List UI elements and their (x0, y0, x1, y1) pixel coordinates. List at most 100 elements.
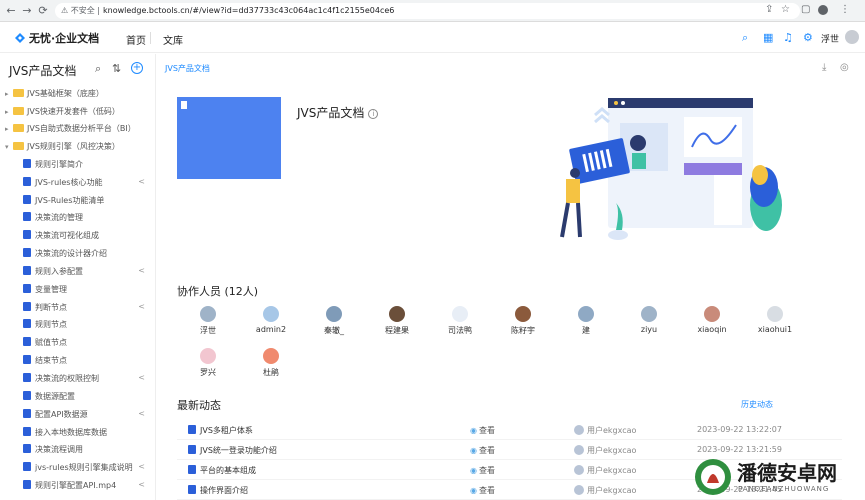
caret-right-icon[interactable]: ▸ (5, 90, 13, 98)
tree-doc[interactable]: 决策流可视化组成 (23, 230, 145, 246)
tree-doc[interactable]: 规则引擎简介 (23, 158, 145, 175)
watermark-logo-icon (695, 459, 731, 495)
share-icon[interactable]: ⇪ (765, 4, 773, 15)
activity-doc[interactable]: JVS多租户体系 (188, 425, 253, 436)
collaborator[interactable]: xiaoqin (682, 306, 742, 334)
tree-doc-label: JVS-Rules功能清单 (35, 195, 105, 205)
breadcrumb[interactable]: JVS产品文档 (165, 63, 210, 74)
tree-folder[interactable]: ▸ JVS快速开发套件（低码） (5, 106, 151, 122)
add-doc-icon[interactable]: + (131, 62, 143, 74)
bookmark-star-icon[interactable]: ☆ (781, 4, 790, 15)
activity-doc-title: JVS统一登录功能介绍 (200, 446, 277, 455)
folder-icon (13, 106, 24, 115)
share-icon[interactable]: < (138, 480, 145, 489)
tree-doc[interactable]: jvs-rules规则引擎集成说明 < (23, 462, 145, 478)
activity-user: 用户ekgxcao (574, 425, 636, 436)
caret-down-icon[interactable]: ▾ (5, 143, 13, 151)
tree-doc[interactable]: 结束节点 (23, 355, 145, 371)
view-settings-icon[interactable]: ◎ (840, 62, 849, 73)
caret-right-icon[interactable]: ▸ (5, 125, 13, 133)
activity-doc[interactable]: JVS统一登录功能介绍 (188, 445, 277, 456)
tree-folder[interactable]: ▸ JVS自助式数据分析平台（BI） (5, 123, 151, 139)
tree-doc[interactable]: 赋值节点 (23, 337, 145, 353)
reload-icon[interactable]: ⟳ (36, 4, 50, 18)
tree-doc[interactable]: 决策流的设计器介绍 (23, 248, 145, 264)
avatar (452, 306, 468, 322)
collaborator[interactable]: 司法鸭 (430, 306, 490, 336)
settings-icon[interactable]: ⚙ (803, 31, 813, 44)
apps-grid-icon[interactable]: ▦ (763, 31, 773, 44)
avatar (200, 306, 216, 322)
tree-doc[interactable]: JVS-Rules功能清单 (23, 194, 145, 211)
activity-row[interactable]: JVS多租户体系 ◉ 查看 用户ekgxcao 2023-09-22 13:22:07 (177, 420, 842, 440)
tree-folder[interactable]: ▾ JVS规则引擎（风控决策） (5, 141, 151, 157)
collaborator[interactable]: xiaohui1 (745, 306, 805, 334)
collaborator[interactable]: admin2 (241, 306, 301, 334)
document-icon (23, 212, 31, 222)
share-icon[interactable]: < (138, 409, 145, 418)
document-icon (23, 426, 31, 436)
nav-library[interactable]: 文库 (163, 32, 183, 47)
collaborator[interactable]: 陈籽宇 (493, 306, 553, 336)
collaborator[interactable]: ziyu (619, 306, 679, 334)
tree-doc[interactable]: 规则入参配置 < (23, 265, 145, 282)
search-icon[interactable]: ⌕ (742, 31, 748, 45)
collaborator[interactable]: 罗兴 (178, 348, 238, 378)
collaborator[interactable]: 秦辙_ (304, 306, 364, 336)
collaborator[interactable]: 建 (556, 306, 616, 336)
avatar (389, 306, 405, 322)
activity-doc[interactable]: 操作界面介绍 (188, 485, 248, 496)
collaborator[interactable]: 杜鹃 (241, 348, 301, 378)
tree-folder-label: JVS自助式数据分析平台（BI） (27, 124, 136, 134)
share-icon[interactable]: < (138, 462, 145, 471)
share-icon[interactable]: < (138, 302, 145, 311)
activity-doc[interactable]: 平台的基本组成 (188, 465, 256, 476)
profile-icon[interactable] (818, 5, 828, 15)
sidebar-search-icon[interactable]: ⌕ (95, 62, 101, 76)
tree-doc-label: 数据源配置 (35, 391, 75, 401)
tree-doc[interactable]: 规则引擎配置API.mp4 < (23, 480, 145, 496)
eye-icon: ◉ (470, 466, 477, 475)
user-name[interactable]: 浮世 (821, 32, 839, 45)
address-bar[interactable]: ⚠ 不安全 | knowledge.bctools.cn/#/view?id=d… (55, 3, 800, 19)
browser-menu-icon[interactable]: ⋮ (840, 4, 850, 15)
document-icon (23, 176, 31, 186)
share-icon[interactable]: < (138, 373, 145, 382)
caret-right-icon[interactable]: ▸ (5, 108, 13, 116)
tree-doc[interactable]: 变量管理 (23, 283, 145, 300)
extension-icon[interactable]: ▢ (801, 4, 810, 15)
sort-icon[interactable]: ⇅ (112, 62, 121, 75)
security-warning[interactable]: ⚠ 不安全 | (61, 5, 100, 16)
activity-user: 用户ekgxcao (574, 445, 636, 456)
tree-doc[interactable]: 规则节点 (23, 319, 145, 335)
tree-doc[interactable]: 配置API数据源 < (23, 408, 145, 425)
nav-home[interactable]: 首页 (126, 32, 146, 47)
history-link[interactable]: 历史动态 (741, 399, 773, 410)
document-icon (23, 158, 31, 168)
back-icon[interactable]: ← (4, 4, 18, 18)
activity-user: 用户ekgxcao (574, 465, 636, 476)
forward-icon[interactable]: → (20, 4, 34, 18)
tree-doc[interactable]: 数据源配置 (23, 390, 145, 407)
collaborator[interactable]: 浮世 (178, 306, 238, 336)
tree-doc[interactable]: 决策流的管理 (23, 212, 145, 228)
share-icon[interactable]: < (138, 177, 145, 186)
bell-icon[interactable]: ♫ (783, 31, 793, 44)
tree-folder[interactable]: ▸ JVS基础框架（底座） (5, 88, 151, 104)
tree-doc[interactable]: 判断节点 < (23, 301, 145, 318)
user-avatar[interactable] (845, 30, 859, 44)
eye-icon: ◉ (470, 446, 477, 455)
tree-doc[interactable]: 接入本地数据库数据 (23, 426, 145, 443)
tree-doc[interactable]: 决策流程调用 (23, 444, 145, 460)
url-text[interactable]: knowledge.bctools.cn/#/view?id=dd37733c4… (103, 6, 394, 15)
tree-doc[interactable]: JVS-rules核心功能 < (23, 176, 145, 193)
app-logo[interactable]: 无忧·企业文档 (14, 30, 99, 46)
tree-doc-label: 结束节点 (35, 356, 67, 366)
share-icon[interactable]: < (138, 266, 145, 275)
activity-action-label: 查看 (478, 446, 495, 455)
activity-action: ◉ 查看 (470, 465, 495, 476)
download-icon[interactable]: ⤓ (822, 62, 826, 73)
collaborator[interactable]: 程建果 (367, 306, 427, 336)
info-icon[interactable]: i (368, 109, 379, 119)
tree-doc[interactable]: 决策流的权限控制 < (23, 373, 145, 389)
